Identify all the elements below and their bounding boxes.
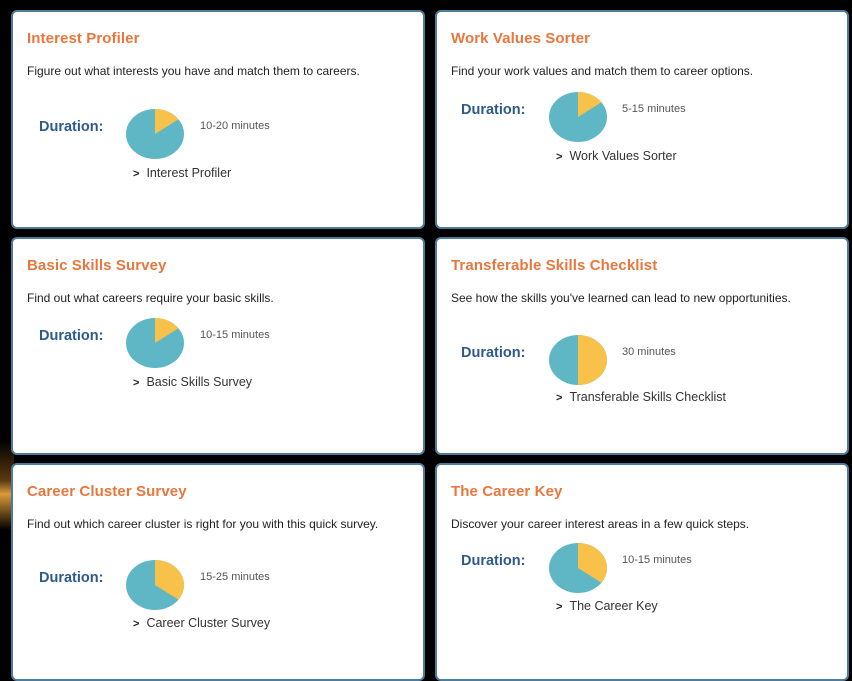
duration-label: Duration: <box>39 119 104 135</box>
card-description: Discover your career interest areas in a… <box>451 517 750 531</box>
chevron-right-icon: > <box>133 618 140 630</box>
link-label: Transferable Skills Checklist <box>569 390 726 404</box>
link-label: Career Cluster Survey <box>146 616 271 630</box>
pie-wedge <box>578 335 607 385</box>
basic-skills-survey-link[interactable]: > Basic Skills Survey <box>133 375 252 389</box>
duration-label: Duration: <box>461 553 526 569</box>
card-description: Figure out what interests you have and m… <box>27 64 360 78</box>
chevron-right-icon: > <box>556 392 563 404</box>
card-description: See how the skills you've learned can le… <box>451 291 791 305</box>
card-the-career-key: The Career Key Discover your career inte… <box>435 463 849 681</box>
card-title: Basic Skills Survey <box>27 257 167 274</box>
chevron-right-icon: > <box>133 168 140 180</box>
duration-pie-icon <box>549 335 607 385</box>
link-label: The Career Key <box>569 599 658 613</box>
chevron-right-icon: > <box>556 601 563 613</box>
the-career-key-link[interactable]: > The Career Key <box>556 599 658 613</box>
duration-value: 10-15 minutes <box>622 554 692 566</box>
card-transferable-skills-checklist: Transferable Skills Checklist See how th… <box>435 237 849 455</box>
duration-pie-icon <box>126 318 184 368</box>
duration-value: 30 minutes <box>622 346 676 358</box>
duration-label: Duration: <box>39 570 104 586</box>
card-career-cluster-survey: Career Cluster Survey Find out which car… <box>11 463 425 681</box>
card-description: Find your work values and match them to … <box>451 64 754 78</box>
card-title: Transferable Skills Checklist <box>451 257 658 274</box>
duration-pie-icon <box>126 109 184 159</box>
link-label: Basic Skills Survey <box>146 375 253 389</box>
card-interest-profiler: Interest Profiler Figure out what intere… <box>11 10 425 229</box>
duration-value: 10-20 minutes <box>200 120 270 132</box>
duration-pie-icon <box>126 560 184 610</box>
card-title: Work Values Sorter <box>451 30 591 47</box>
duration-label: Duration: <box>461 345 526 361</box>
link-label: Work Values Sorter <box>569 149 677 163</box>
career-cluster-survey-link[interactable]: > Career Cluster Survey <box>133 616 270 630</box>
card-description: Find out which career cluster is right f… <box>27 517 379 531</box>
duration-value: 15-25 minutes <box>200 571 270 583</box>
card-title: Career Cluster Survey <box>27 483 187 500</box>
duration-value: 5-15 minutes <box>622 103 686 115</box>
duration-value: 10-15 minutes <box>200 329 270 341</box>
interest-profiler-link[interactable]: > Interest Profiler <box>133 166 231 180</box>
duration-pie-icon <box>549 92 607 142</box>
link-label: Interest Profiler <box>146 166 232 180</box>
assessment-grid: Interest Profiler Figure out what intere… <box>11 10 849 681</box>
card-title: The Career Key <box>451 483 563 500</box>
card-basic-skills-survey: Basic Skills Survey Find out what career… <box>11 237 425 455</box>
card-title: Interest Profiler <box>27 30 140 47</box>
card-description: Find out what careers require your basic… <box>27 291 274 305</box>
chevron-right-icon: > <box>133 377 140 389</box>
card-work-values-sorter: Work Values Sorter Find your work values… <box>435 10 849 229</box>
transferable-skills-checklist-link[interactable]: > Transferable Skills Checklist <box>556 390 726 404</box>
work-values-sorter-link[interactable]: > Work Values Sorter <box>556 149 677 163</box>
duration-label: Duration: <box>461 102 526 118</box>
chevron-right-icon: > <box>556 151 563 163</box>
duration-label: Duration: <box>39 328 104 344</box>
duration-pie-icon <box>549 543 607 593</box>
